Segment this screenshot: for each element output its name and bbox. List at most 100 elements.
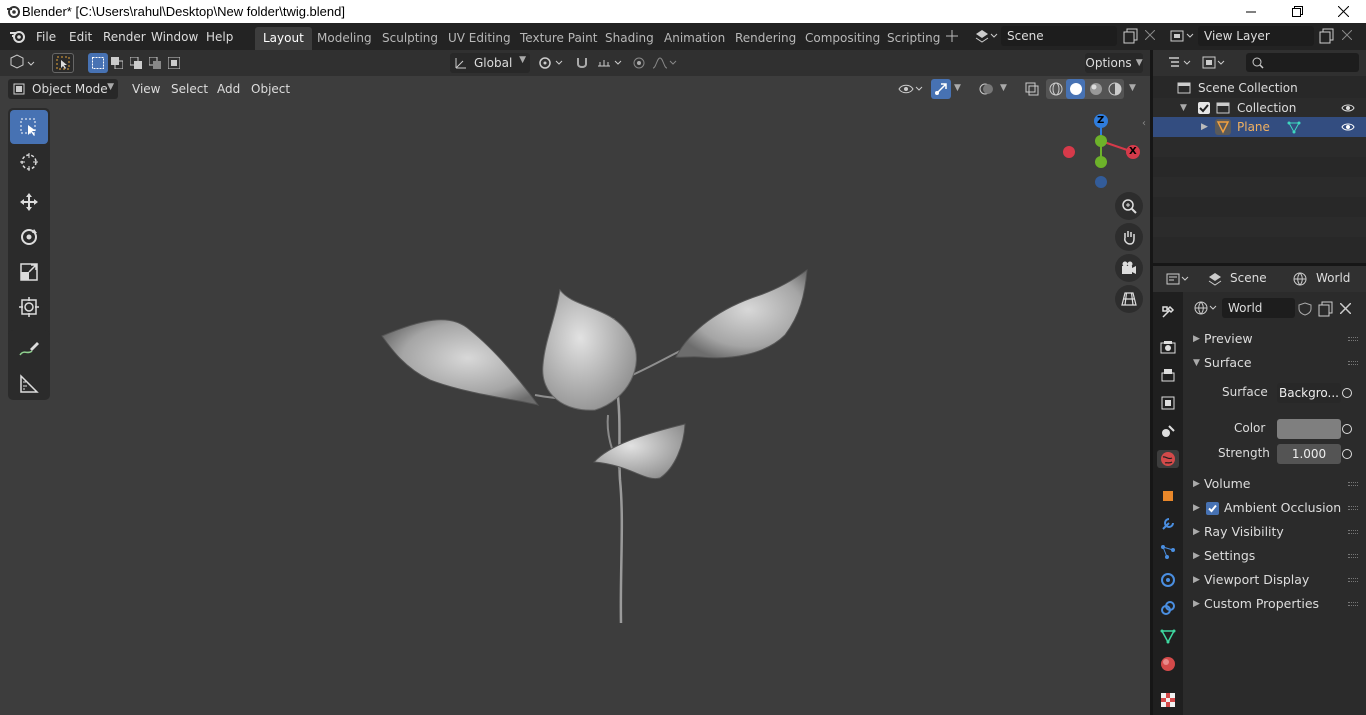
fake-user-shield-icon[interactable] [1298, 302, 1312, 316]
perspective-toggle-button[interactable] [1115, 285, 1143, 313]
particles-tab-icon[interactable] [1159, 543, 1177, 561]
tab-sculpting[interactable]: Sculpting [374, 27, 446, 50]
transform-tool[interactable] [10, 290, 48, 324]
select-mode-intersect-icon[interactable] [165, 53, 183, 73]
strength-field[interactable]: 1.000 [1277, 444, 1341, 464]
section-ambient-occlusion[interactable]: ▶ Ambient Occlusion [1183, 497, 1366, 519]
snap-target-dropdown[interactable] [594, 53, 626, 73]
world-browse-icon[interactable] [1193, 300, 1221, 316]
scene-tab-icon[interactable] [1159, 422, 1177, 440]
camera-view-button[interactable] [1115, 254, 1143, 282]
shading-chevron-down-icon[interactable]: ▼ [1129, 83, 1136, 93]
color-swatch[interactable] [1277, 419, 1341, 439]
navigation-gizmo[interactable] [1058, 113, 1148, 203]
display-mode-icon[interactable] [1201, 55, 1229, 71]
output-tab-icon[interactable] [1159, 366, 1177, 384]
select-mode-invert-icon[interactable] [146, 53, 164, 73]
object-mode-dropdown[interactable]: Object Mode ▼ [8, 79, 118, 99]
3d-viewport[interactable]: Z X ‹ [0, 50, 1150, 715]
section-volume[interactable]: ▶ Volume [1183, 473, 1366, 495]
ambient-occlusion-checkbox[interactable] [1206, 502, 1219, 515]
viewport-menu-view[interactable]: View [126, 79, 166, 99]
socket-dot-icon[interactable] [1342, 424, 1352, 434]
section-custom-properties[interactable]: ▶ Custom Properties [1183, 593, 1366, 615]
proportional-falloff-dropdown[interactable] [650, 53, 680, 73]
modifier-tab-icon[interactable] [1159, 515, 1177, 533]
visibility-dropdown[interactable] [896, 79, 926, 99]
drag-handle-icon[interactable] [1348, 554, 1358, 558]
viewport-menu-object[interactable]: Object [245, 79, 296, 99]
outliner-row-scene-collection[interactable]: Scene Collection [1153, 78, 1366, 98]
proportional-editing-icon[interactable] [630, 53, 648, 73]
rotate-tool[interactable] [10, 220, 48, 254]
socket-dot-icon[interactable] [1342, 449, 1352, 459]
tab-scripting[interactable]: Scripting [879, 27, 948, 50]
select-mode-subtract-icon[interactable] [127, 53, 145, 73]
delete-view-layer-icon[interactable] [1342, 30, 1352, 40]
tab-texture-paint[interactable]: Texture Paint [512, 27, 605, 50]
add-workspace-icon[interactable] [946, 30, 958, 42]
material-tab-icon[interactable] [1159, 655, 1177, 673]
new-world-icon[interactable] [1318, 301, 1334, 317]
drag-handle-icon[interactable] [1348, 602, 1358, 606]
viewport-menu-select[interactable]: Select [165, 79, 214, 99]
material-preview-shading-icon[interactable] [1086, 79, 1105, 99]
zoom-button[interactable] [1115, 192, 1143, 220]
outliner-editor-type-icon[interactable] [1167, 55, 1195, 71]
outliner-row-plane[interactable]: ▶ Plane [1153, 117, 1366, 137]
menu-render[interactable]: Render [97, 27, 152, 47]
drag-handle-icon[interactable] [1348, 337, 1358, 341]
scene-name-field[interactable]: Scene [1001, 26, 1117, 46]
rendered-shading-icon[interactable] [1105, 79, 1124, 99]
tab-layout[interactable]: Layout [255, 27, 312, 50]
constraints-tab-icon[interactable] [1159, 599, 1177, 617]
new-scene-icon[interactable] [1123, 28, 1139, 44]
active-tool-icon[interactable] [52, 53, 74, 73]
gizmo-toggle-icon[interactable] [931, 79, 951, 99]
collection-checkbox[interactable] [1198, 102, 1210, 114]
tab-animation[interactable]: Animation [656, 27, 733, 50]
outliner-search-input[interactable] [1246, 53, 1359, 72]
new-view-layer-icon[interactable] [1319, 28, 1335, 44]
drag-handle-icon[interactable] [1348, 482, 1358, 486]
properties-editor-type-icon[interactable] [1165, 271, 1193, 287]
unlink-world-icon[interactable] [1340, 303, 1351, 314]
scene-browse-icon[interactable] [974, 28, 998, 44]
drag-handle-icon[interactable] [1348, 506, 1358, 510]
restore-button[interactable] [1274, 0, 1320, 23]
editor-type-icon[interactable] [9, 54, 39, 72]
snap-toggle-icon[interactable] [571, 53, 593, 73]
view-layer-tab-icon[interactable] [1159, 394, 1177, 412]
pan-hand-button[interactable] [1115, 223, 1143, 251]
menu-edit[interactable]: Edit [63, 27, 98, 47]
overlays-toggle-icon[interactable] [976, 79, 996, 99]
viewport-menu-add[interactable]: Add [211, 79, 246, 99]
cursor-tool[interactable] [10, 145, 48, 179]
scale-tool[interactable] [10, 255, 48, 289]
world-tab-icon[interactable] [1157, 450, 1179, 468]
tab-rendering[interactable]: Rendering [727, 27, 804, 50]
annotate-tool[interactable] [10, 332, 48, 366]
close-window-button[interactable] [1320, 0, 1366, 23]
physics-tab-icon[interactable] [1159, 571, 1177, 589]
move-tool[interactable] [10, 185, 48, 219]
view-layer-browse-icon[interactable] [1169, 28, 1195, 44]
object-data-tab-icon[interactable] [1159, 627, 1177, 645]
menu-window[interactable]: Window [145, 27, 204, 47]
tab-shading[interactable]: Shading [597, 27, 662, 50]
delete-scene-icon[interactable] [1145, 30, 1155, 40]
render-tab-icon[interactable] [1159, 338, 1177, 356]
transform-orientation-dropdown[interactable]: Global ▼ [450, 53, 530, 73]
tool-tab-icon[interactable] [1159, 303, 1177, 321]
texture-tab-icon[interactable] [1159, 691, 1177, 709]
socket-dot-icon[interactable] [1342, 388, 1352, 398]
section-surface[interactable]: ▼ Surface [1183, 352, 1366, 374]
wireframe-shading-icon[interactable] [1046, 79, 1065, 99]
drag-handle-icon[interactable] [1348, 361, 1358, 365]
world-name-field[interactable]: World [1222, 298, 1295, 318]
outliner-row-collection[interactable]: ▼ Collection [1153, 98, 1366, 118]
tab-modeling[interactable]: Modeling [309, 27, 380, 50]
view-layer-field[interactable]: View Layer [1198, 26, 1314, 46]
pivot-point-dropdown[interactable] [536, 53, 568, 73]
xray-toggle-icon[interactable] [1022, 79, 1042, 99]
